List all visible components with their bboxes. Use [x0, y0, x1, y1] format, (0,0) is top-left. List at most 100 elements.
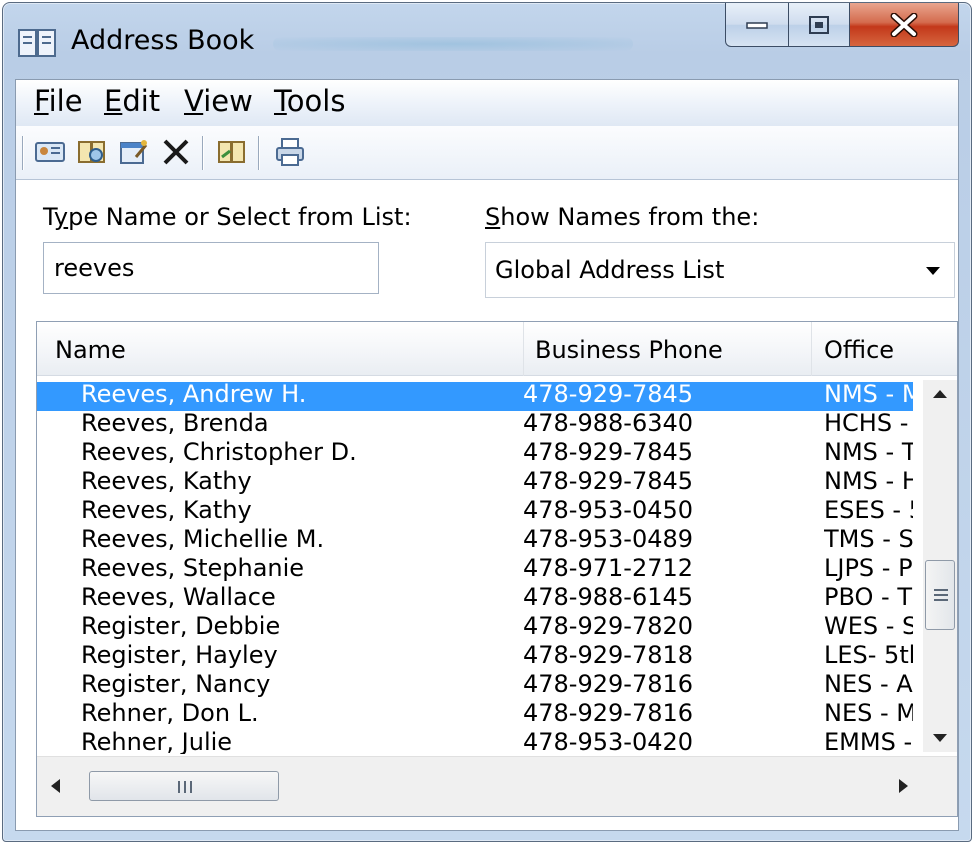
column-divider[interactable]: [811, 322, 812, 376]
scroll-left-icon: [51, 779, 60, 793]
title-glow: [273, 37, 633, 51]
maximize-icon: [809, 15, 829, 34]
column-header-office[interactable]: Office: [824, 322, 894, 376]
contact-name: Reeves, Michellie M.: [81, 525, 325, 553]
office: PBO - TS: [824, 583, 913, 611]
menu-edit[interactable]: Edit: [104, 84, 160, 118]
business-phone: 478-929-7845: [523, 438, 694, 466]
column-header-name[interactable]: Name: [55, 322, 126, 376]
list-header: Name Business Phone Office: [37, 322, 957, 376]
office: LES- 5th: [824, 641, 913, 669]
list-item[interactable]: Rehner, Don L. 478-929-7816 NES - Mu: [37, 699, 913, 730]
business-phone: 478-929-7816: [523, 670, 694, 698]
business-phone: 478-929-7818: [523, 641, 694, 669]
office: ESES - 5t: [824, 496, 913, 524]
contact-name: Rehner, Julie: [81, 728, 233, 754]
toolbar-separator: [22, 136, 24, 170]
contact-name: Register, Hayley: [81, 641, 278, 669]
new-contact-icon: [35, 142, 65, 162]
office: NMS - Ma: [824, 382, 913, 408]
name-search-input[interactable]: [43, 242, 379, 294]
close-button[interactable]: [849, 3, 959, 47]
minimize-icon: [746, 21, 768, 29]
address-list-value: Global Address List: [495, 256, 725, 284]
business-phone: 478-988-6340: [523, 409, 694, 437]
list-item[interactable]: Rehner, Julie 478-953-0420 EMMS - C: [37, 728, 913, 754]
office: HCHS - S: [824, 409, 913, 437]
maximize-button[interactable]: [788, 3, 850, 47]
office: NMS - Hc: [824, 467, 913, 495]
list-item[interactable]: Reeves, Kathy 478-953-0450 ESES - 5t: [37, 496, 913, 527]
business-phone: 478-953-0420: [523, 728, 694, 754]
toolbar: [16, 126, 958, 180]
contact-name: Reeves, Christopher D.: [81, 438, 357, 466]
office: WES - SF: [824, 612, 913, 640]
contact-name: Reeves, Kathy: [81, 467, 252, 495]
office: TMS - Sp: [824, 525, 913, 553]
contact-name: Reeves, Brenda: [81, 409, 269, 437]
menu-file[interactable]: File: [34, 84, 83, 118]
business-phone: 478-929-7845: [523, 467, 694, 495]
results-list: Name Business Phone Office Reeves, Andre…: [36, 321, 958, 817]
office: NES - Mu: [824, 699, 913, 727]
vertical-scroll-thumb[interactable]: [925, 560, 955, 630]
contact-name: Reeves, Andrew H.: [81, 382, 307, 408]
contact-name: Register, Nancy: [81, 670, 271, 698]
find-people-button[interactable]: [72, 134, 112, 172]
list-item[interactable]: Reeves, Michellie M. 478-953-0489 TMS - Sp: [37, 525, 913, 556]
contact-name: Reeves, Wallace: [81, 583, 276, 611]
list-item[interactable]: Reeves, Brenda 478-988-6340 HCHS - S: [37, 409, 913, 440]
source-label: Show Names from the:: [485, 203, 760, 231]
toolbar-separator: [258, 136, 260, 170]
title-bar[interactable]: Address Book: [3, 3, 971, 81]
horizontal-scroll-thumb[interactable]: [89, 771, 279, 801]
contact-name: Rehner, Don L.: [81, 699, 259, 727]
office: NMS - Te: [824, 438, 913, 466]
menu-tools[interactable]: Tools: [274, 84, 345, 118]
add-to-contacts-icon: [218, 141, 245, 163]
properties-icon: [120, 140, 148, 164]
list-item[interactable]: Reeves, Kathy 478-929-7845 NMS - Hc: [37, 467, 913, 498]
list-item[interactable]: Reeves, Stephanie 478-971-2712 LJPS - Pr: [37, 554, 913, 585]
scroll-right-icon: [899, 779, 908, 793]
list-item[interactable]: Reeves, Andrew H. 478-929-7845 NMS - Ma: [37, 382, 913, 411]
client-area: File Edit View Tools Type Name or Select…: [15, 79, 959, 831]
menu-bar: File Edit View Tools: [16, 80, 958, 126]
column-header-phone[interactable]: Business Phone: [535, 322, 723, 376]
business-phone: 478-953-0489: [523, 525, 694, 553]
list-item[interactable]: Register, Nancy 478-929-7816 NES - Art: [37, 670, 913, 701]
business-phone: 478-929-7820: [523, 612, 694, 640]
scroll-up-icon: [933, 390, 947, 398]
address-book-window: Address Book File Edit View Tools Type N…: [2, 2, 972, 842]
new-contact-button[interactable]: [30, 134, 70, 172]
business-phone: 478-929-7816: [523, 699, 694, 727]
delete-button[interactable]: [156, 134, 196, 172]
business-phone: 478-929-7845: [523, 382, 694, 408]
contact-name: Register, Debbie: [81, 612, 281, 640]
toolbar-separator: [202, 136, 204, 170]
menu-view[interactable]: View: [184, 84, 253, 118]
print-icon: [276, 138, 304, 166]
chevron-down-icon: [926, 267, 940, 275]
print-button[interactable]: [270, 134, 310, 172]
find-people-icon: [78, 141, 105, 163]
column-divider[interactable]: [523, 322, 524, 376]
properties-button[interactable]: [114, 134, 154, 172]
contact-name: Reeves, Stephanie: [81, 554, 305, 582]
list-item[interactable]: Register, Debbie 478-929-7820 WES - SF: [37, 612, 913, 643]
contact-name: Reeves, Kathy: [81, 496, 252, 524]
list-item[interactable]: Reeves, Wallace 478-988-6145 PBO - TS: [37, 583, 913, 614]
minimize-button[interactable]: [725, 3, 789, 47]
add-to-contacts-button[interactable]: [212, 134, 252, 172]
horizontal-scrollbar[interactable]: [37, 756, 957, 816]
list-item[interactable]: Reeves, Christopher D. 478-929-7845 NMS - …: [37, 438, 913, 469]
vertical-scrollbar[interactable]: [923, 380, 957, 752]
list-item[interactable]: Register, Hayley 478-929-7818 LES- 5th: [37, 641, 913, 672]
address-list-dropdown[interactable]: Global Address List: [485, 242, 955, 298]
office: EMMS - C: [824, 728, 913, 754]
list-rows: Reeves, Andrew H.478-929-7845NMS - MaRee…: [37, 382, 913, 754]
address-book-icon: [17, 27, 57, 59]
close-icon: [890, 12, 918, 37]
grip-icon: [934, 589, 948, 601]
business-phone: 478-988-6145: [523, 583, 694, 611]
